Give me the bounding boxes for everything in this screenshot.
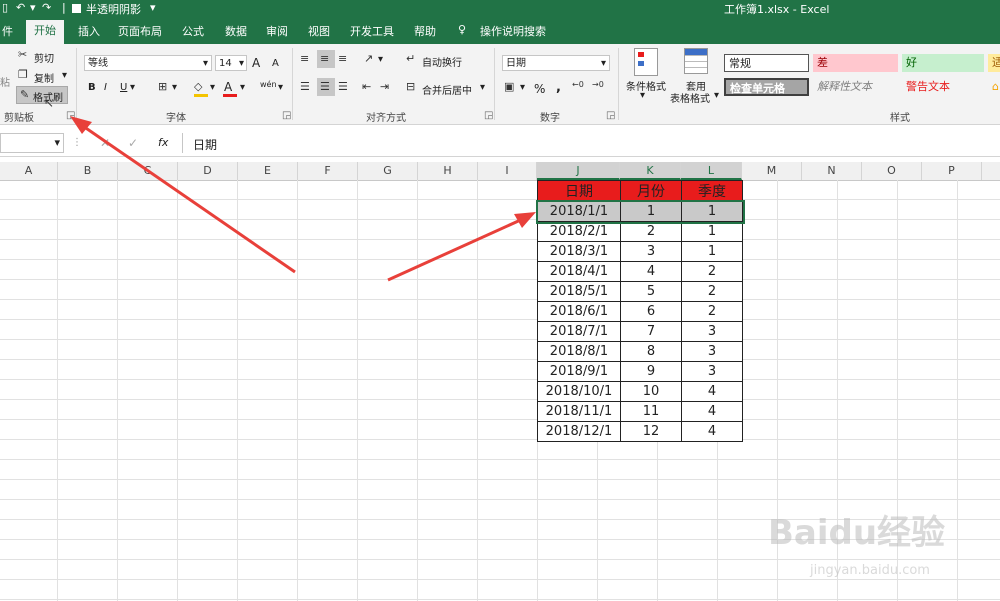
arrow-to-selected-row [387, 212, 536, 282]
watermark-brand: Baidu经验 [768, 513, 945, 553]
watermark-url: jingyan.baidu.com [809, 563, 930, 578]
arrow-to-format-painter [70, 116, 296, 274]
annotation-overlay: Baidu经验 jingyan.baidu.com [70, 116, 945, 578]
watermark: Baidu经验 jingyan.baidu.com [768, 513, 945, 578]
